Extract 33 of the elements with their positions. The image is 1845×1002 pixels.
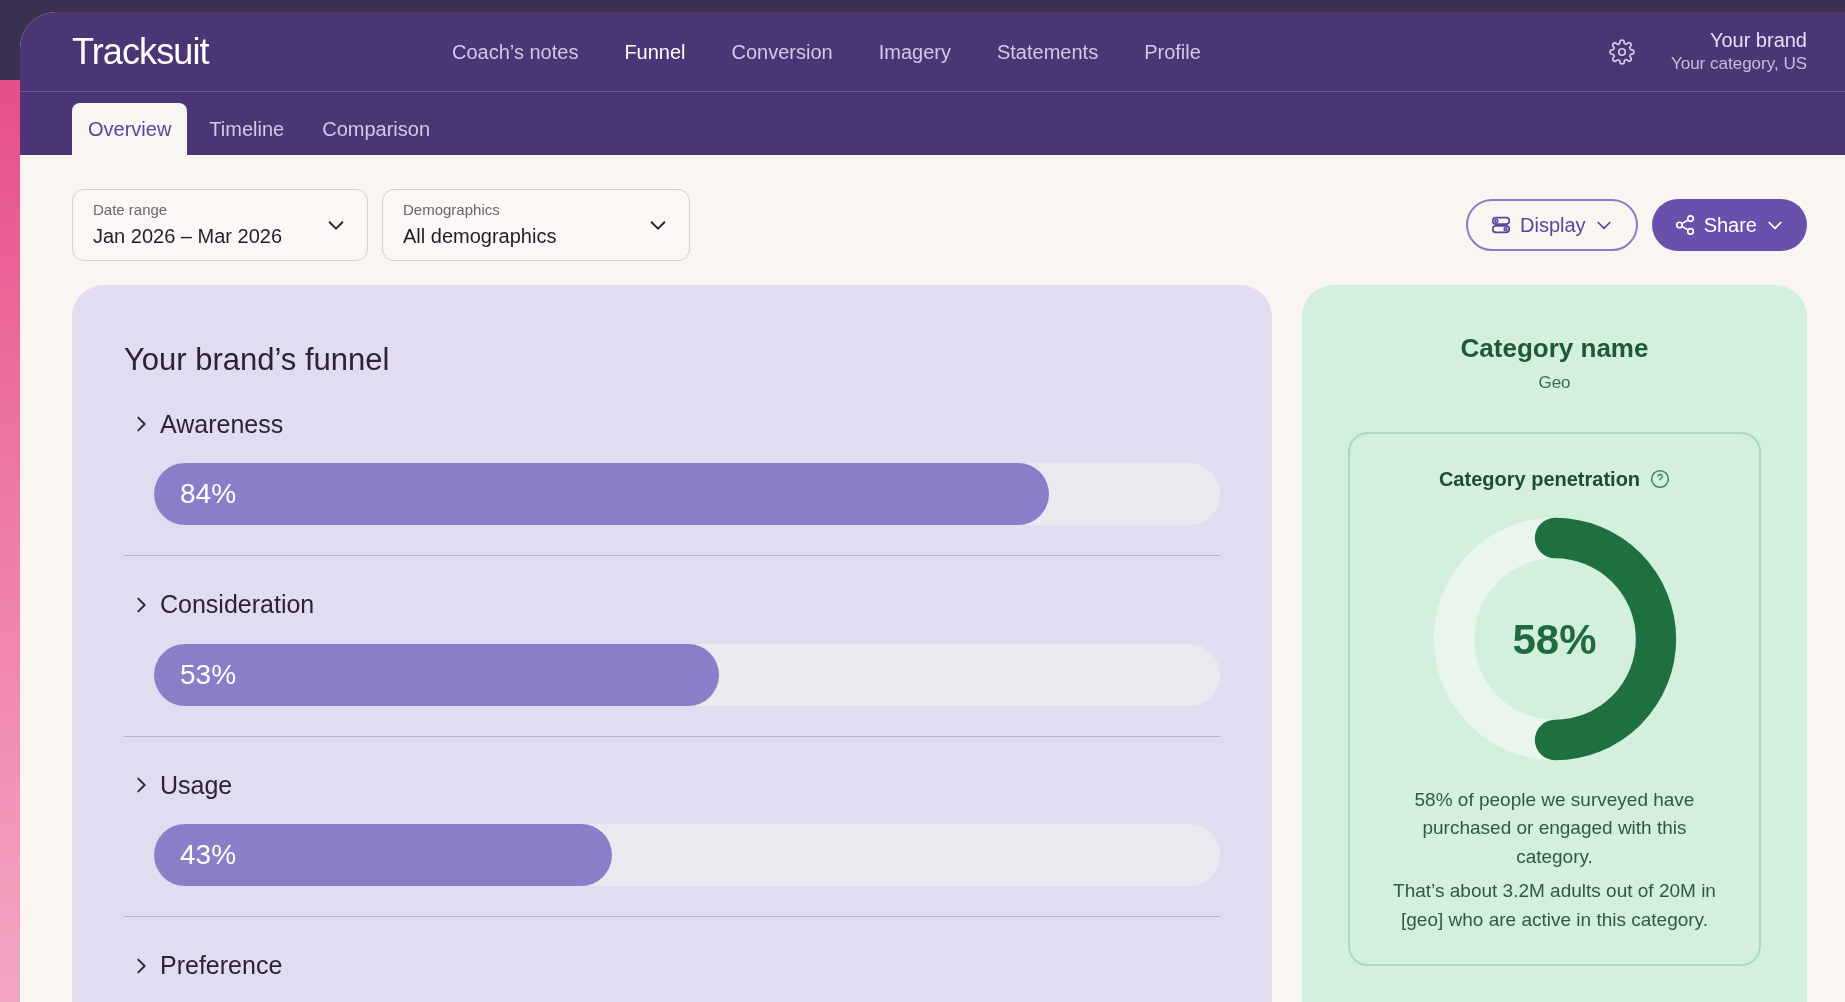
toggles-icon: [1490, 214, 1513, 236]
stage-toggle[interactable]: Consideration: [130, 586, 315, 624]
sub-tab[interactable]: Overview: [72, 103, 188, 155]
nav-link[interactable]: Coach’s notes: [452, 36, 579, 67]
filter-dropdown[interactable]: Date range Jan 2026 – Mar 2026: [72, 189, 368, 261]
metric-detail: That’s about 3.2M adults out of 20M in [geo] who are active in this category.: [1392, 879, 1717, 932]
metric-description: 58% of people we surveyed have purchased or engaged with this category.: [1413, 787, 1696, 869]
stage-toggle[interactable]: Awareness: [130, 405, 284, 443]
sub-tab[interactable]: Timeline: [193, 103, 301, 155]
logo[interactable]: Tracksuit: [72, 24, 452, 79]
nav-link[interactable]: Conversion: [731, 36, 833, 67]
nav-link[interactable]: Imagery: [878, 36, 951, 67]
progress-value: 43%: [180, 838, 237, 872]
filter-dropdown[interactable]: Demographics All demographics: [382, 189, 690, 261]
card-title: Category name: [1460, 332, 1649, 365]
display-button[interactable]: Display: [1466, 199, 1638, 251]
card-subtitle: Geo: [1538, 372, 1571, 394]
progress-value: 53%: [180, 657, 237, 692]
share-icon: [1673, 214, 1696, 236]
nav-link[interactable]: Profile: [1144, 36, 1201, 67]
nav-link[interactable]: Funnel: [624, 36, 686, 67]
settings-icon[interactable]: [1608, 38, 1635, 65]
gauge-value: 58%: [1512, 614, 1597, 664]
help-icon[interactable]: [1650, 468, 1671, 489]
nav-link[interactable]: Statements: [996, 36, 1099, 67]
account-switcher[interactable]: Your brand Your category, US: [1670, 28, 1807, 75]
stage-toggle[interactable]: Usage: [130, 766, 233, 804]
metric-title: Category penetration: [1438, 466, 1641, 492]
card-title: Your brand’s funnel: [124, 341, 391, 379]
share-button[interactable]: Share: [1651, 199, 1807, 251]
progress-value: 84%: [180, 477, 237, 511]
stage-toggle[interactable]: Preference: [130, 947, 283, 985]
sub-tab[interactable]: Comparison: [306, 103, 447, 155]
